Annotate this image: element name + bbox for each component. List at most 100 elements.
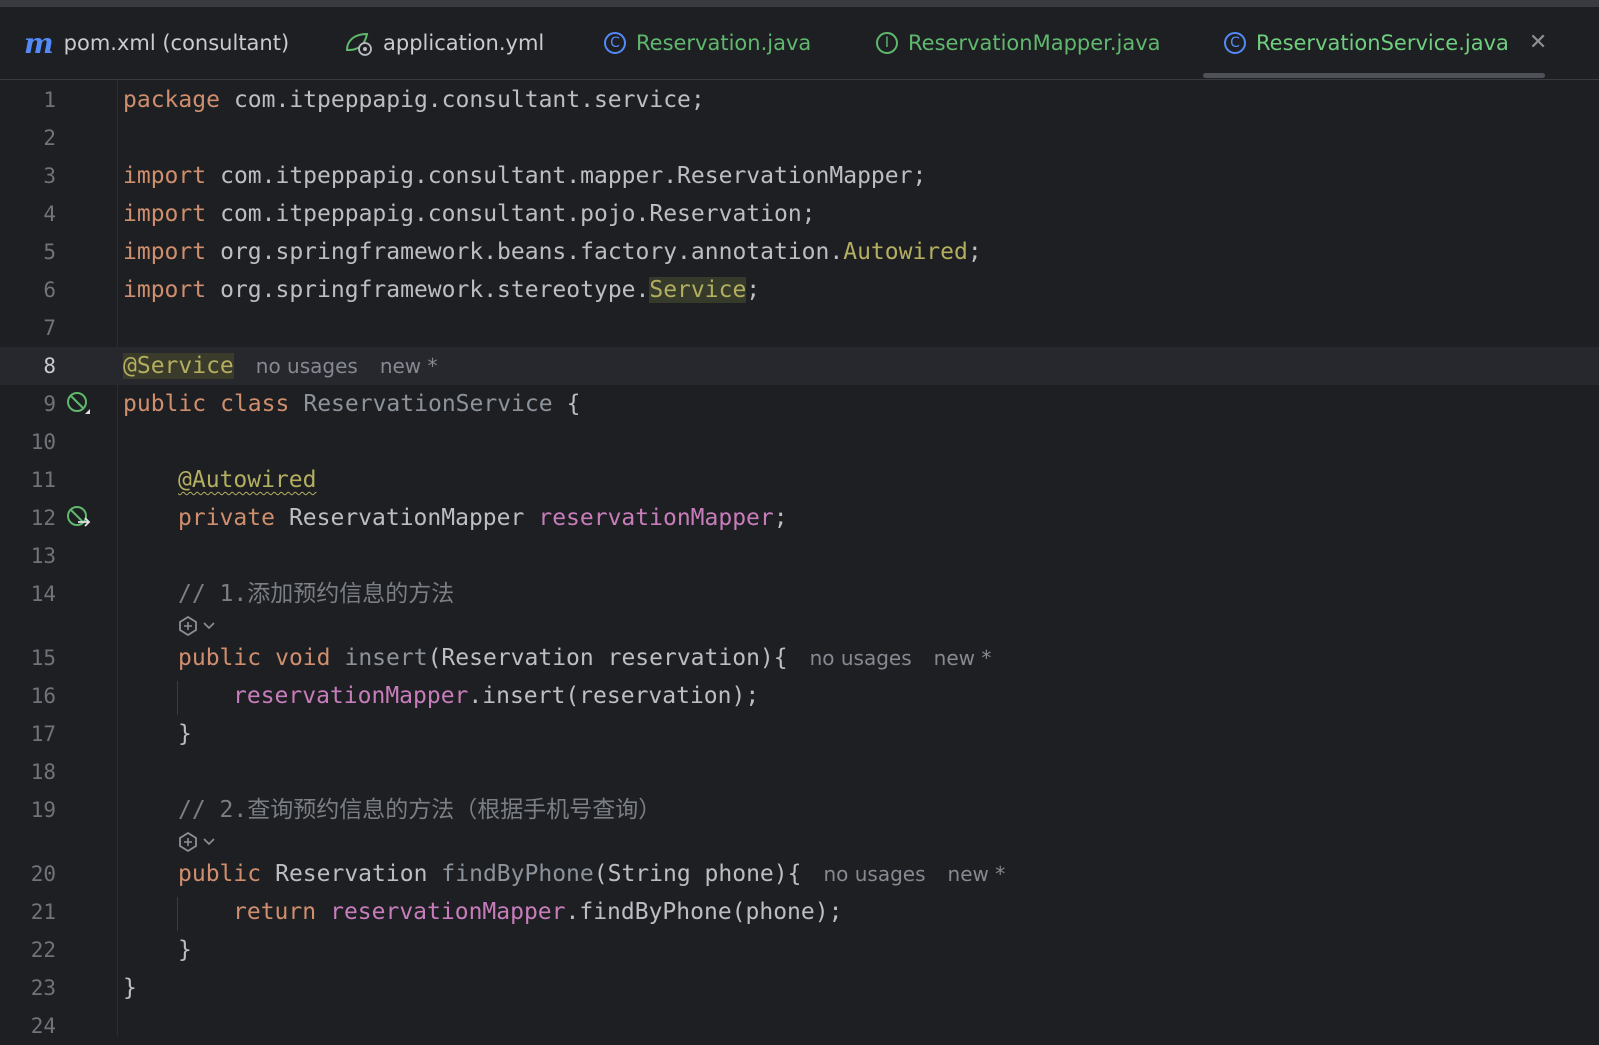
code-line[interactable]: 22}	[0, 931, 1599, 969]
code-line[interactable]: 23}	[0, 969, 1599, 1007]
code-line[interactable]: 4 import com.itpeppapig.consultant.pojo.Re…	[0, 195, 1599, 233]
line-number: 6	[43, 278, 56, 302]
code-line[interactable]: 15 public void insert(Reservation reservati…	[0, 639, 1599, 677]
code-line[interactable]: 10	[0, 423, 1599, 461]
line-number: 21	[30, 900, 56, 924]
line-number: 1	[43, 88, 56, 112]
line-number: 11	[30, 468, 56, 492]
code-text: import org.springframework.beans.factory.…	[123, 233, 982, 271]
code-line[interactable]: 14 // 1.添加预约信息的方法	[0, 575, 1599, 613]
line-number: 5	[43, 240, 56, 264]
code-line[interactable]: 21 return reservationMapper.findByPhone(ph…	[0, 893, 1599, 931]
bean-icon[interactable]	[66, 391, 92, 417]
line-number: 16	[30, 684, 56, 708]
tab-label: ReservationMapper.java	[908, 31, 1161, 55]
code-text: @Service no usages new *	[123, 347, 438, 385]
code-token: org.springframework.beans.factory.annota…	[220, 239, 844, 265]
code-line[interactable]: 18	[0, 753, 1599, 791]
ai-assistant-icon[interactable]	[177, 615, 215, 637]
line-number: 10	[30, 430, 56, 454]
code-line[interactable]: 19 // 2.查询预约信息的方法（根据手机号查询）	[0, 791, 1599, 829]
tab-pom-xml[interactable]: m pom.xml (consultant)	[24, 7, 289, 79]
line-number: 7	[43, 316, 56, 340]
code-token: reservationMapper	[538, 505, 774, 531]
inlay-hint-row	[0, 613, 1599, 639]
code-token: import	[123, 239, 207, 265]
line-number: 4	[43, 202, 56, 226]
inlay-hint[interactable]: new *	[934, 646, 992, 670]
maven-icon: m	[24, 26, 54, 60]
code-line[interactable]: 5 import org.springframework.beans.factory…	[0, 233, 1599, 271]
code-token: ;	[967, 239, 982, 265]
tab-reservation-service-java[interactable]: C ReservationService.java ✕	[1224, 7, 1547, 79]
line-number: 9	[43, 392, 56, 416]
code-line[interactable]: 17}	[0, 715, 1599, 753]
code-line[interactable]: 3 import com.itpeppapig.consultant.mapper.…	[0, 157, 1599, 195]
inlay-hint[interactable]: no usages	[256, 354, 358, 378]
code-token: {	[566, 391, 581, 417]
code-line[interactable]: 6 import org.springframework.stereotype.Se…	[0, 271, 1599, 309]
code-editor[interactable]: 1 package com.itpeppapig.consultant.servic…	[0, 80, 1599, 1038]
class-icon: C	[604, 32, 626, 54]
line-number: 8	[43, 354, 56, 378]
code-text: }	[178, 715, 192, 753]
code-text: // 1.添加预约信息的方法	[178, 575, 454, 613]
tab-label: pom.xml (consultant)	[63, 31, 290, 55]
line-number: 17	[30, 722, 56, 746]
ai-assistant-icon[interactable]	[177, 831, 215, 853]
code-line[interactable]: 11 @Autowired	[0, 461, 1599, 499]
spring-config-icon	[343, 30, 373, 56]
code-line[interactable]: 7	[0, 309, 1599, 347]
code-text: }	[178, 931, 192, 969]
code-line[interactable]: 16 reservationMapper.insert(reservation);	[0, 677, 1599, 715]
line-number: 3	[43, 164, 56, 188]
code-token: }	[178, 937, 192, 963]
code-text: public void insert(Reservation reservation…	[178, 639, 991, 677]
tab-application-yml[interactable]: application.yml	[343, 7, 544, 79]
code-token: com.itpeppapig.consultant.mapper.Reserva…	[220, 163, 927, 189]
close-tab-icon[interactable]: ✕	[1529, 32, 1547, 54]
inlay-hint[interactable]: no usages	[823, 862, 925, 886]
code-line[interactable]: 24	[0, 1007, 1599, 1045]
tab-reservation-java[interactable]: C Reservation.java	[604, 7, 811, 79]
tab-label: ReservationService.java	[1256, 31, 1509, 55]
code-token: public	[178, 861, 262, 887]
code-text: package com.itpeppapig.consultant.service…	[123, 81, 705, 119]
code-line[interactable]: 2	[0, 119, 1599, 157]
code-text: import com.itpeppapig.consultant.mapper.R…	[123, 157, 926, 195]
tab-reservation-mapper-java[interactable]: I ReservationMapper.java	[876, 7, 1161, 79]
line-number: 13	[30, 544, 56, 568]
code-token: private	[178, 505, 275, 531]
line-number: 15	[30, 646, 56, 670]
inlay-hint[interactable]: new *	[948, 862, 1006, 886]
code-token: package	[123, 87, 220, 113]
code-line[interactable]: 9 public class ReservationService {	[0, 385, 1599, 423]
code-line[interactable]: 8 @Service no usages new *	[0, 347, 1599, 385]
code-text: }	[123, 969, 137, 1007]
code-text: @Autowired	[178, 461, 316, 499]
code-text: public class ReservationService {	[123, 385, 580, 423]
line-number: 12	[30, 506, 56, 530]
code-token: ;	[773, 505, 788, 531]
code-line[interactable]: 12 private ReservationMapper reservationMap…	[0, 499, 1599, 537]
inlay-hint[interactable]: no usages	[810, 646, 912, 670]
line-number: 19	[30, 798, 56, 822]
autowired-bean-icon[interactable]	[66, 505, 92, 531]
code-line[interactable]: 1 package com.itpeppapig.consultant.servic…	[0, 81, 1599, 119]
inlay-hint[interactable]: new *	[380, 354, 438, 378]
indent-guide	[177, 897, 178, 931]
code-token: Autowired	[843, 239, 968, 265]
code-text: reservationMapper.insert(reservation);	[233, 677, 759, 715]
code-token: ReservationService	[303, 391, 553, 417]
editor-tab-bar: m pom.xml (consultant) application.yml C…	[0, 7, 1599, 80]
line-number: 2	[43, 126, 56, 150]
line-number: 24	[30, 1014, 56, 1038]
code-line[interactable]: 13	[0, 537, 1599, 575]
code-line[interactable]: 20 public Reservation findByPhone(String ph…	[0, 855, 1599, 893]
interface-icon: I	[876, 32, 898, 54]
code-token: Service	[649, 277, 747, 303]
code-token: @Autowired	[178, 467, 317, 493]
code-token: org.springframework.stereotype.	[220, 277, 650, 303]
code-token: com.itpeppapig.consultant.pojo.Reservati…	[220, 201, 816, 227]
code-token: (String phone){	[593, 861, 802, 887]
